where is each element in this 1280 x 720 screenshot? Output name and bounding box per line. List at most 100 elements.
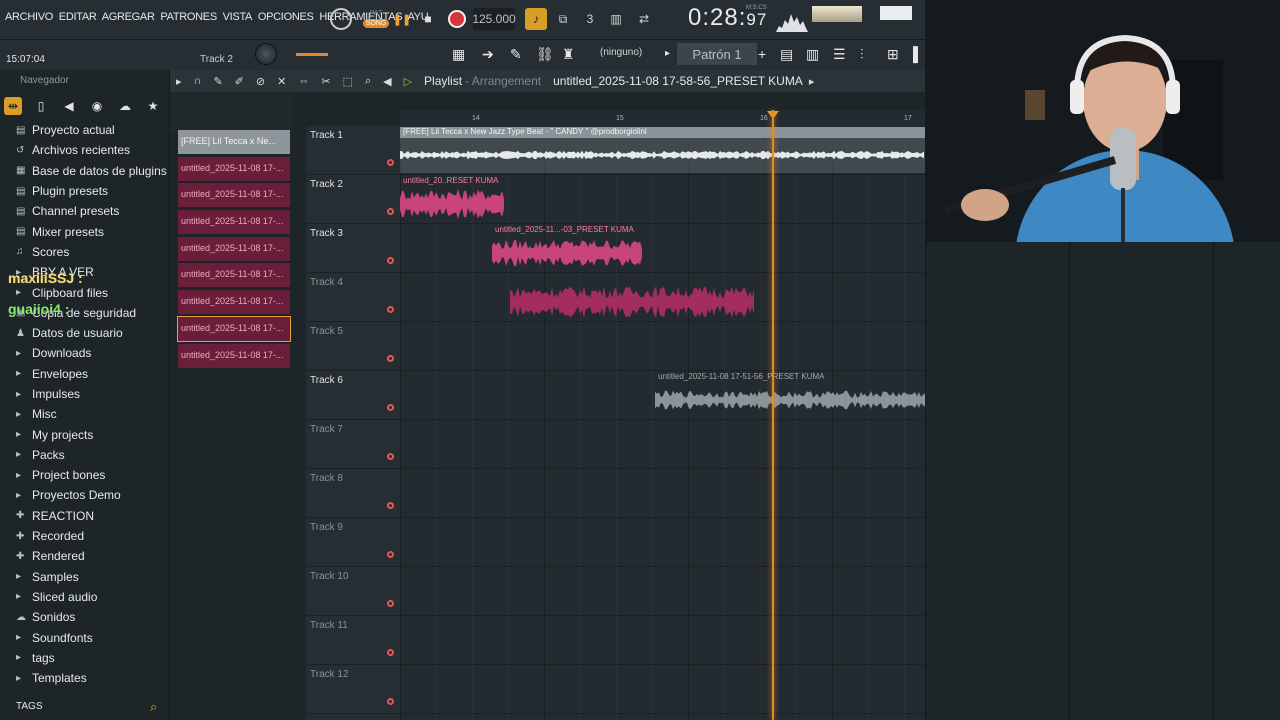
track-header[interactable]: Track 11 [306,616,400,665]
browser-folder[interactable]: ▸ Downloads [16,343,169,363]
menu-opciones[interactable]: Opciones [258,11,314,23]
track-header[interactable]: Track 4 [306,273,400,322]
browser-folder[interactable]: ▸ Envelopes [16,364,169,384]
clip-list-item[interactable]: untitled_2025-11-08 17-... [178,236,290,261]
browser-folder[interactable]: ↺ Archivos recientes [16,140,169,160]
track-record-icon[interactable] [387,649,394,656]
menu-arrow-icon[interactable]: ▸ [176,75,182,88]
track-header[interactable]: Track 1 [306,126,400,175]
pattern-select[interactable]: Patrón 1 [677,43,757,65]
stamp-icon[interactable]: ♜ [562,46,575,63]
plugin-icon[interactable]: ⊞ [887,46,899,63]
track-record-icon[interactable] [387,306,394,313]
mute-tool-icon[interactable]: ✕ [277,75,286,88]
menu-archivo[interactable]: Archivo [5,11,53,23]
track-header[interactable]: Track 5 [306,322,400,371]
menu-patrones[interactable]: Patrones [160,11,217,23]
hint-loop-icon[interactable] [330,8,352,30]
step-edit-icon[interactable]: ▥ [606,8,626,30]
clip-list-item[interactable]: untitled_2025-11-08 17-... [177,315,291,342]
audio-clip[interactable]: [FREE] Lil Tecca x New Jazz Type Beat - … [400,127,925,173]
sliders-icon[interactable]: ⫶ [860,46,864,63]
browser-folder[interactable]: ▤ Channel presets [16,201,169,221]
wait-input-icon[interactable]: ⧉ [553,8,573,30]
track-record-icon[interactable] [387,551,394,558]
countdown-icon[interactable]: 3 [580,8,600,30]
timeline-ruler[interactable]: 14 15 16 17 [400,110,925,126]
browser-folder[interactable]: ▤ Mixer presets [16,221,169,241]
browser-folder[interactable]: ✚ Recorded [16,526,169,546]
brush-tool-icon[interactable]: ✐ [235,75,244,88]
browser-folder[interactable]: ▸ Misc [16,404,169,424]
clip-list-item[interactable]: untitled_2025-11-08 17-... [178,343,290,368]
master-volume-knob[interactable] [255,43,277,65]
slip-tool-icon[interactable]: ⇔ [298,75,309,87]
track-lane[interactable] [400,469,925,518]
mixer-icon[interactable]: ☰ [833,46,846,63]
search-icon[interactable]: ⌕ [150,699,157,715]
browser-folder[interactable]: ♫ Scores [16,242,169,262]
master-pitch-slider[interactable] [296,53,328,56]
audio-clip[interactable]: untitled_20..RESET KUMA [400,176,505,222]
snap-select[interactable]: (ninguno) [600,47,642,58]
track-record-icon[interactable] [387,355,394,362]
piano-roll-icon[interactable]: ▦ [452,46,465,63]
browser-folder[interactable]: ▸ Packs [16,445,169,465]
browser-toggle-icon[interactable]: ▌ [913,46,923,62]
browser-folder[interactable]: ▸ Impulses [16,384,169,404]
browser-folder[interactable]: ▸ Proyectos Demo [16,485,169,505]
track-record-icon[interactable] [387,453,394,460]
clip-list-item[interactable]: untitled_2025-11-08 17-... [178,156,290,181]
track-lane[interactable] [400,567,925,616]
chevron-right-icon[interactable]: ▸ [809,75,815,88]
track-record-icon[interactable] [387,600,394,607]
file-filter-icon[interactable]: ▯ [32,97,50,115]
track-header[interactable]: Track 12 [306,665,400,714]
audio-clip[interactable] [510,274,755,320]
track-header[interactable]: Track 9 [306,518,400,567]
clip-list-item[interactable]: untitled_2025-11-08 17-... [178,183,290,208]
playhead[interactable] [772,110,774,720]
slice-tool-icon[interactable]: ✂ [321,75,330,88]
track-lane[interactable] [400,420,925,469]
menu-agregar[interactable]: Agregar [102,11,155,23]
metronome-button[interactable]: ♪ [525,8,547,30]
star-filter-icon[interactable]: ★ [144,97,162,115]
plugin-filter-icon[interactable]: ◉ [88,97,106,115]
link-icon[interactable]: ⛓ [536,46,554,63]
delete-tool-icon[interactable]: ⊘ [256,75,265,88]
track-lane[interactable] [400,665,925,714]
browser-folder[interactable]: ▸ Soundfonts [16,627,169,647]
track-lane[interactable] [400,518,925,567]
blend-notes-icon[interactable]: ⇄ [634,8,654,30]
menu-vista[interactable]: Vista [223,11,253,23]
chevron-right-icon[interactable]: ▸ [665,48,670,59]
playlist-grid-extension[interactable] [925,242,1280,720]
track-header[interactable]: Track 3 [306,224,400,273]
audio-clip[interactable]: untitled_2025-11-08 17-51-56_PRESET KUMA [655,372,925,418]
pencil-tool-icon[interactable]: ✎ [213,75,222,88]
zoom-tool-icon[interactable]: ⌕ [365,75,371,88]
browser-folder[interactable]: ▸ My projects [16,424,169,444]
browser-folder[interactable]: ▤ Plugin presets [16,181,169,201]
track-record-icon[interactable] [387,257,394,264]
browser-folder[interactable]: ♟ Datos de usuario [16,323,169,343]
track-header[interactable]: Track 8 [306,469,400,518]
all-filter-icon[interactable]: ⇹ [4,97,22,115]
track-record-icon[interactable] [387,159,394,166]
browser-folder[interactable]: ▸ Project bones [16,465,169,485]
arrangement-grid[interactable]: [FREE] Lil Tecca x New Jazz Type Beat - … [400,126,925,720]
track-header[interactable]: Track 2 [306,175,400,224]
browser-folder[interactable]: ☁ Sonidos [16,607,169,627]
track-record-icon[interactable] [387,502,394,509]
audio-clip[interactable]: untitled_2025-11...-03_PRESET KUMA [492,225,642,271]
speaker-tool-icon[interactable]: ◀ [383,75,391,88]
cloud-filter-icon[interactable]: ☁ [116,97,134,115]
add-pattern-icon[interactable]: + [758,46,766,62]
browser-folder[interactable]: ✚ Rendered [16,546,169,566]
record-button[interactable] [446,8,468,30]
browser-folder[interactable]: ▸ tags [16,648,169,668]
track-record-icon[interactable] [387,208,394,215]
pause-button[interactable]: ❚❚ [392,8,412,30]
speaker-filter-icon[interactable]: ◀ [60,97,78,115]
